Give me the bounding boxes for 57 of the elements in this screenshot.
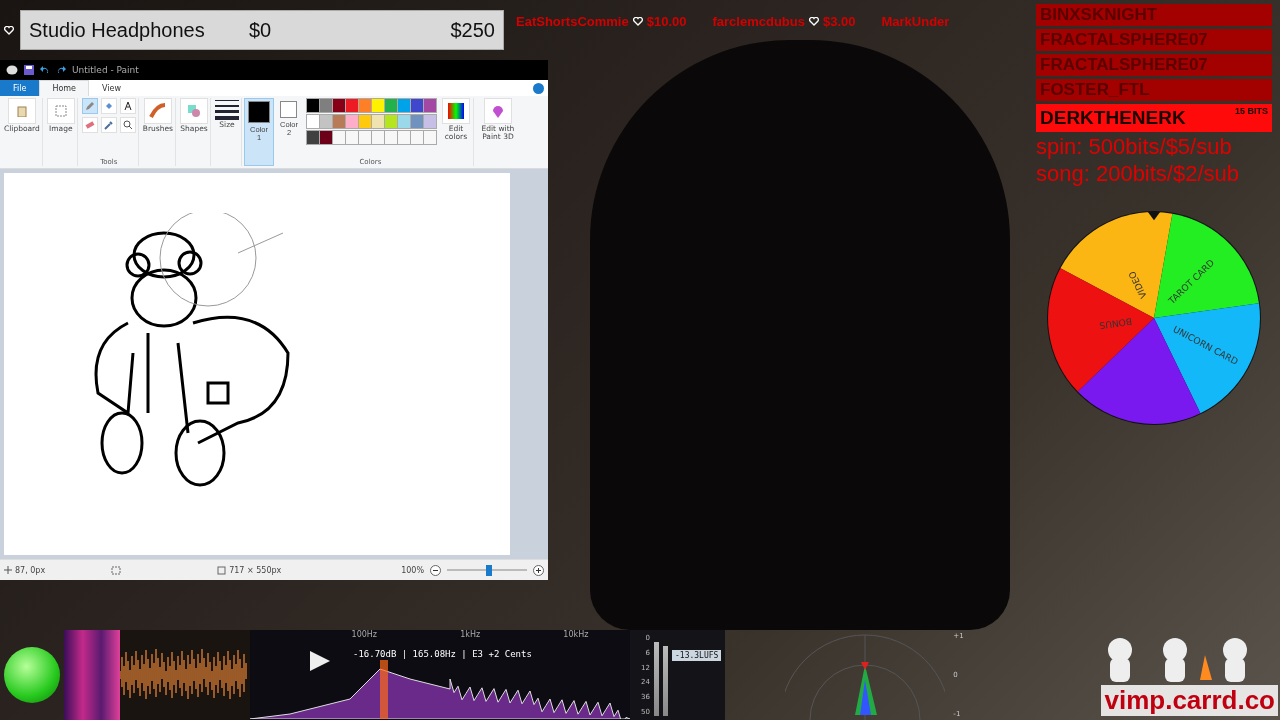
clipboard-icon <box>16 105 27 117</box>
goal-title: Studio Headphones <box>29 18 206 42</box>
goal-target: $250 <box>450 18 495 42</box>
frequency-label: 1kHz <box>460 630 481 639</box>
canvas-size-icon <box>217 565 227 575</box>
ribbon-tab[interactable]: File <box>0 80 40 96</box>
loudness-readout: -13.3LUFS <box>672 650 722 661</box>
heart-icon <box>4 25 14 35</box>
help-icon[interactable] <box>533 82 544 94</box>
command-text: song: 200bits/$2/sub <box>1036 162 1241 187</box>
plus-icon <box>535 566 542 574</box>
redo-icon[interactable] <box>56 65 66 75</box>
zoom-slider-thumb[interactable] <box>485 564 492 576</box>
supporter-name: DERKTHENERK <box>1040 107 1186 129</box>
pencil-icon[interactable] <box>81 98 98 114</box>
donor-name: farclemcdubus <box>712 14 805 29</box>
eraser-icon[interactable] <box>81 117 98 133</box>
supporter-name: FOSTER_FTL <box>1040 80 1150 100</box>
shapes-icon <box>187 104 201 118</box>
supporter-name: FRACTALSPHERE07 <box>1040 55 1208 75</box>
frequency-label: 10kHz <box>563 630 589 639</box>
donor-name: MarkUnder <box>881 14 950 29</box>
site-url: vimp.carrd.co <box>1101 685 1278 716</box>
zoom-percent: 100% <box>401 565 424 575</box>
supporter-name: BINXSKNIGHT <box>1040 5 1158 25</box>
supporter-tag: 15 BITS <box>1235 106 1268 116</box>
crosshair-icon <box>4 566 12 574</box>
color-picker-icon[interactable] <box>100 117 117 133</box>
ribbon-tab[interactable]: Home <box>39 80 89 96</box>
undo-icon[interactable] <box>40 65 50 75</box>
drawing-canvas[interactable] <box>4 173 510 555</box>
save-icon[interactable] <box>24 65 34 75</box>
selection-icon <box>111 565 122 575</box>
selection-icon <box>54 105 67 117</box>
canvas-size: 717 × 550px <box>217 565 282 575</box>
palette-swatch[interactable] <box>305 114 320 129</box>
frequency-label: 100Hz <box>351 630 378 639</box>
line-widths-icon <box>215 98 239 120</box>
zoom-out-button[interactable] <box>430 564 441 576</box>
paint-drop-icon <box>490 103 505 119</box>
window-title: Untitled - Paint <box>72 65 139 75</box>
magnifier-icon[interactable] <box>119 117 136 133</box>
supporter-name: FRACTALSPHERE07 <box>1040 30 1208 50</box>
heart-icon <box>632 17 643 26</box>
goal-start: $0 <box>249 18 273 42</box>
zoom-in-button[interactable] <box>533 564 544 576</box>
text-icon[interactable] <box>119 98 136 114</box>
heart-icon <box>808 17 819 26</box>
palette-swatch[interactable] <box>305 98 320 113</box>
brush-icon <box>148 103 167 119</box>
donation-amount: $3.00 <box>822 14 856 29</box>
cursor-position: 87, 0px <box>4 565 46 575</box>
color-spectrum-icon <box>447 103 464 119</box>
donation-amount: $10.00 <box>646 14 687 29</box>
command-text: spin: 500bits/$5/sub <box>1036 135 1233 160</box>
donor-name: EatShortsCommie <box>516 14 629 29</box>
palette-swatch[interactable] <box>305 130 320 145</box>
